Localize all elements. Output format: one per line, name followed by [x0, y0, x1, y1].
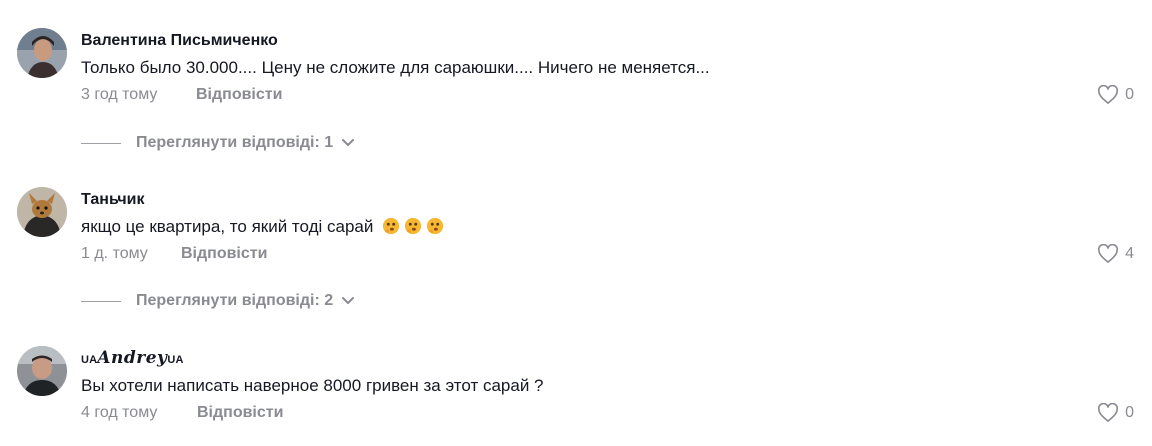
comment-text: Вы хотели написать наверное 8000 гривен …: [81, 376, 544, 395]
reply-button[interactable]: Відповісти: [197, 404, 283, 422]
author-prefix: UA: [81, 354, 98, 366]
comment-item: UAAndreyUA Вы хотели написать наверное 8…: [0, 0, 1152, 446]
author-main: Andrey: [97, 348, 168, 368]
comment-time: 4 год тому: [81, 404, 158, 421]
avatar[interactable]: [17, 346, 67, 396]
comment-author[interactable]: UAAndreyUA: [81, 348, 184, 368]
like-button[interactable]: 0: [1097, 403, 1134, 423]
heart-icon: [1098, 403, 1119, 422]
author-suffix: UA: [167, 354, 184, 366]
avatar-image: [17, 346, 67, 396]
like-count: 0: [1125, 404, 1134, 421]
